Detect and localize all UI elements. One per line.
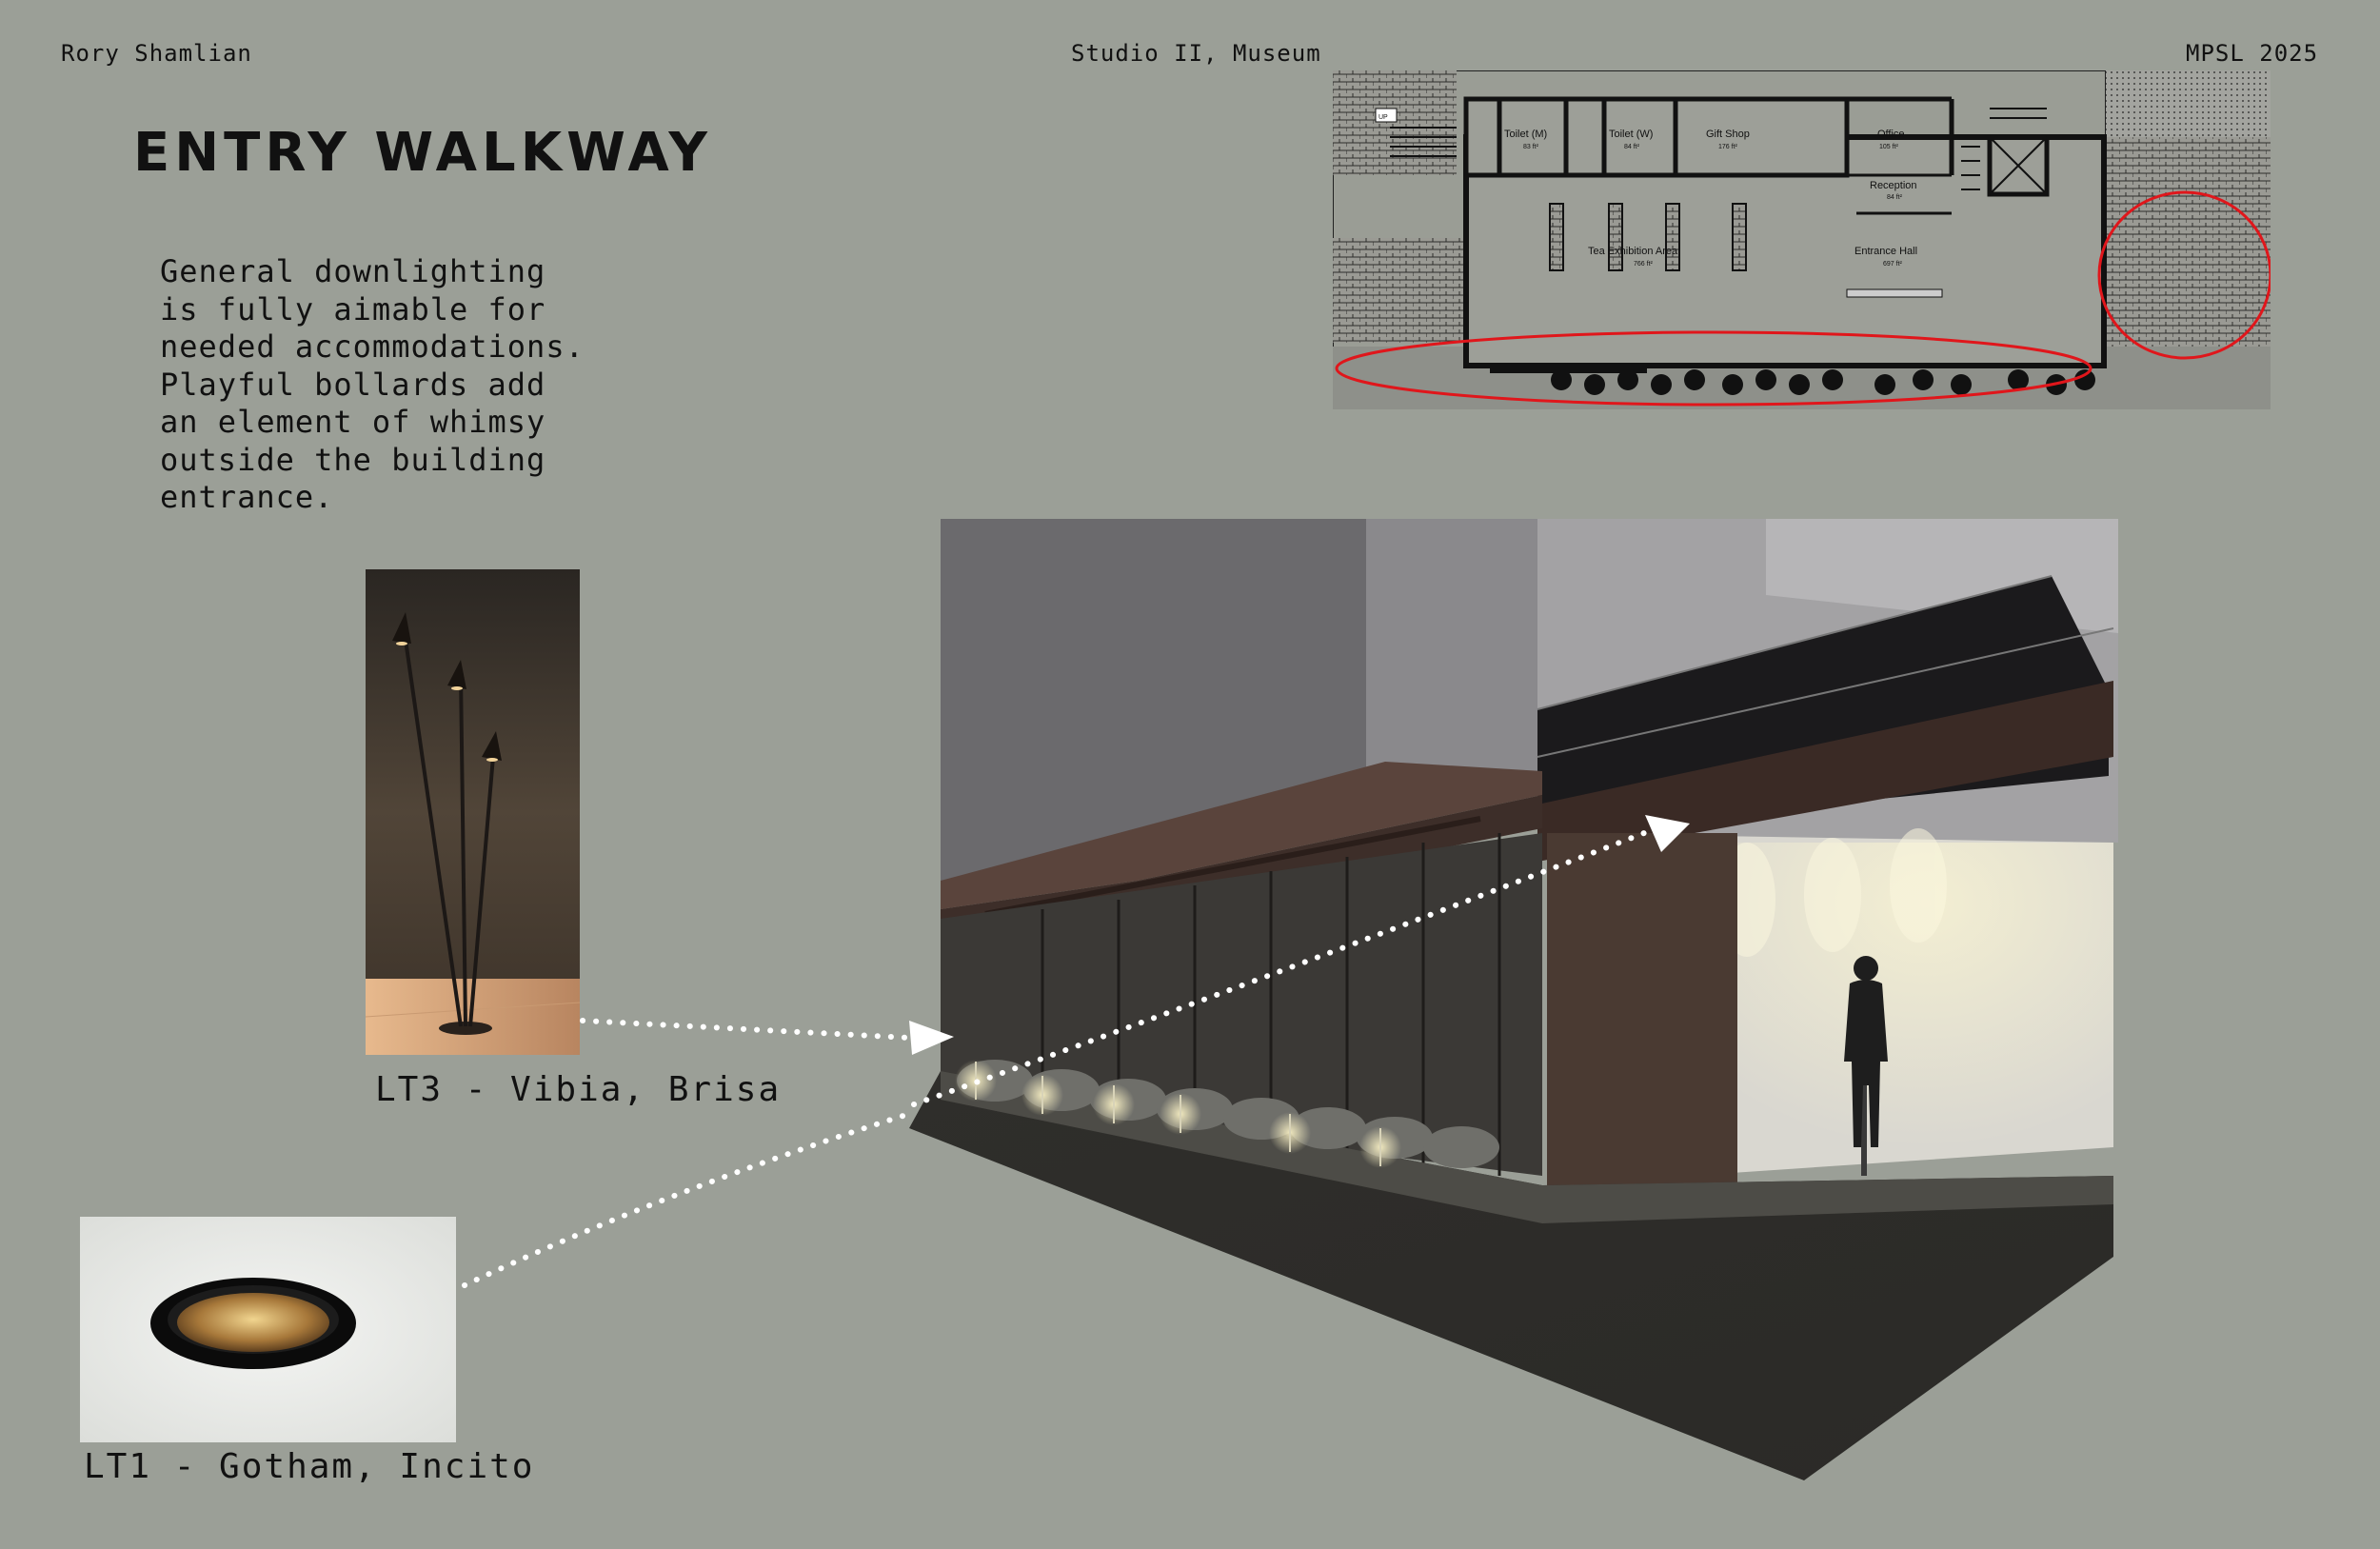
room-label: Reception [1870, 180, 1917, 191]
lt1-caption: LT1 - Gotham, Incito [84, 1447, 535, 1486]
room-label: Toilet (M) [1504, 129, 1547, 140]
room-label: Tea Exhibition Area [1588, 246, 1678, 257]
room-area: 176 ft² [1718, 144, 1738, 150]
lt1-arrow-line-lower [462, 1111, 912, 1288]
description-text: General downlighting is fully aimable fo… [160, 253, 585, 515]
room-label: Office [1877, 129, 1905, 140]
room-area: 84 ft² [1887, 194, 1903, 201]
lt1-downlight-photo [80, 1217, 456, 1442]
room-area: 766 ft² [1634, 261, 1654, 268]
lt3-arrow-line [580, 1018, 912, 1041]
room-label: Gift Shop [1706, 129, 1750, 140]
floor-plan-stair-tag: UP [1378, 114, 1388, 121]
room-area: 83 ft² [1523, 144, 1539, 150]
page-title: ENTRY WALKWAY [133, 122, 712, 184]
course-title: Studio II, Museum [1071, 40, 1321, 67]
floor-plan: UP Toilet (M) 83 ft² Toilet (W) 84 ft² G… [1333, 70, 2271, 409]
program-label: MPSL 2025 [2186, 40, 2319, 67]
lt3-bollard-photo [366, 569, 580, 1055]
room-area: 84 ft² [1624, 144, 1640, 150]
room-area: 105 ft² [1879, 144, 1899, 150]
room-label: Entrance Hall [1854, 246, 1917, 257]
lt3-caption: LT3 - Vibia, Brisa [375, 1070, 782, 1109]
author-name: Rory Shamlian [61, 40, 252, 67]
walkway-render [909, 519, 2118, 1480]
room-area: 697 ft² [1883, 261, 1903, 268]
room-label: Toilet (W) [1609, 129, 1653, 140]
